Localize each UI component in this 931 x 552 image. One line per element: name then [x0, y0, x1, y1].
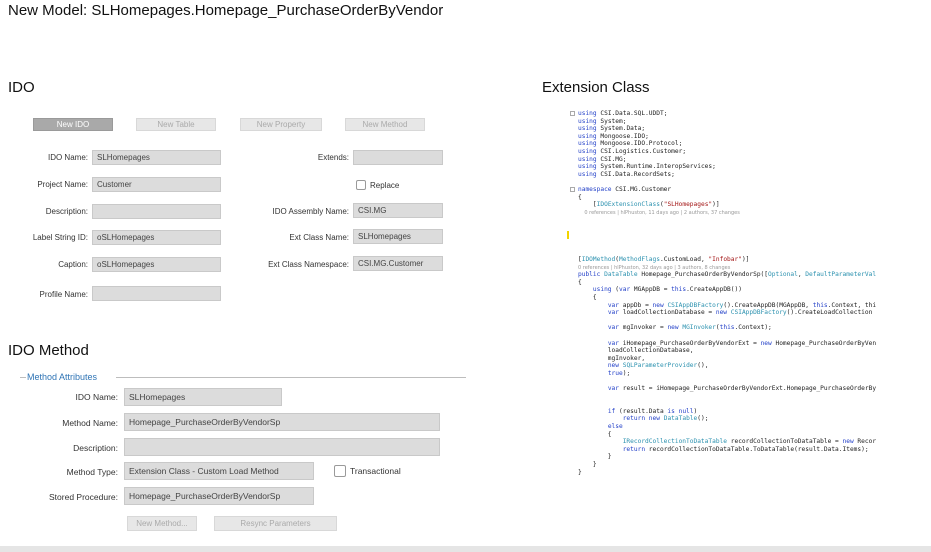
method-type-field[interactable]: Extension Class - Custom Load Method — [124, 462, 314, 480]
replace-checkbox[interactable] — [356, 180, 366, 190]
code-line: { — [578, 278, 582, 286]
code-line: using Mongoose.IDO.Protocol; — [578, 140, 683, 148]
label-string-id-label: Label String ID: — [32, 233, 88, 242]
code-line: { — [578, 293, 597, 301]
code-line: using System; — [578, 117, 627, 125]
caption-field[interactable]: oSLHomepages — [92, 257, 221, 272]
collapse-icon[interactable] — [570, 111, 575, 116]
code-line: if (result.Data is null) — [607, 407, 698, 415]
code-line: { — [578, 193, 582, 201]
code-line: using CSI.MG; — [578, 155, 627, 163]
ido-name-field[interactable]: SLHomepages — [92, 150, 221, 165]
code-line: using CSI.Logistics.Customer; — [578, 147, 687, 155]
caption-label: Caption: — [58, 260, 88, 269]
transactional-label: Transactional — [350, 466, 401, 476]
ido-section-title: IDO — [8, 79, 35, 96]
extension-class-title: Extension Class — [542, 79, 650, 96]
assembly-name-field[interactable]: CSI.MG — [353, 203, 443, 218]
code-line: IRecordCollectionToDataTable recordColle… — [622, 438, 877, 446]
new-table-button[interactable]: New Table — [136, 118, 216, 131]
description-field[interactable] — [92, 204, 221, 219]
method-ido-name-label: IDO Name: — [75, 392, 118, 402]
code-line: loadCollectionDatabase, — [578, 347, 694, 355]
code-line: else — [607, 423, 623, 431]
ext-class-name-field[interactable]: SLHomepages — [353, 229, 443, 244]
new-method-button[interactable]: New Method — [345, 118, 425, 131]
bottom-divider — [0, 546, 931, 552]
code-line: true); — [607, 369, 631, 377]
extends-label: Extends: — [317, 153, 349, 162]
method-name-label: Method Name: — [62, 418, 118, 428]
code-line: 0 references | hlPhuston, 32 days ago | … — [578, 264, 731, 271]
assembly-name-label: IDO Assembly Name: — [272, 207, 349, 216]
extends-field[interactable] — [353, 150, 443, 165]
new-method-dialog-button[interactable]: New Method... — [127, 516, 197, 531]
change-marker — [567, 231, 569, 239]
transactional-checkbox[interactable] — [334, 465, 346, 477]
profile-name-label: Profile Name: — [39, 290, 88, 299]
ext-class-namespace-label: Ext Class Namespace: — [268, 260, 349, 269]
code-line: [IDOExtensionClass("SLHomepages")] — [578, 201, 720, 209]
ext-class-namespace-field[interactable]: CSI.MG.Customer — [353, 256, 443, 271]
code-line: using CSI.Data.RecordSets; — [578, 170, 675, 178]
code-line: mgInvoker, — [578, 354, 646, 362]
method-description-field[interactable] — [124, 438, 440, 456]
profile-name-field[interactable] — [92, 286, 221, 301]
project-name-field[interactable]: Customer — [92, 177, 221, 192]
group-border-left — [20, 377, 26, 378]
code-line: var appDb = new CSIAppDBFactory().Create… — [607, 301, 877, 309]
code-line: var result = iHomepage_PurchaseOrderByVe… — [607, 385, 877, 393]
method-description-label: Description: — [73, 443, 118, 453]
ido-method-section-title: IDO Method — [8, 342, 89, 359]
code-line: { — [578, 430, 612, 438]
method-attributes-legend: Method Attributes — [27, 372, 98, 382]
resync-parameters-button[interactable]: Resync Parameters — [214, 516, 337, 531]
code-line: } — [578, 461, 597, 469]
code-line: using Mongoose.IDO; — [578, 132, 649, 140]
label-string-id-field[interactable]: oSLHomepages — [92, 230, 221, 245]
code-line: using System.Runtime.InteropServices; — [578, 163, 716, 171]
code-line: } — [578, 468, 582, 476]
code-line: return recordCollectionToDataTable.ToDat… — [622, 445, 869, 453]
code-line: 0 references | hlPhuston, 11 days ago | … — [578, 209, 740, 216]
stored-procedure-label: Stored Procedure: — [49, 492, 118, 502]
code-line: using CSI.Data.SQL.UDDT; — [578, 110, 668, 117]
stored-procedure-field[interactable]: Homepage_PurchaseOrderByVendorSp — [124, 487, 314, 505]
ido-name-label: IDO Name: — [47, 153, 88, 162]
project-name-label: Project Name: — [37, 180, 88, 189]
code-line: namespace CSI.MG.Customer — [578, 185, 672, 193]
description-label: Description: — [45, 207, 88, 216]
group-border-right — [116, 377, 466, 378]
code-line: [IDOMethod(MethodFlags.CustomLoad, "Info… — [578, 256, 750, 263]
replace-label: Replace — [370, 181, 400, 190]
code-line: } — [578, 453, 612, 461]
code-panel-top: using CSI.Data.SQL.UDDT; using System; usi… — [578, 110, 928, 242]
code-line: using (var MGAppDB = this.CreateAppDB()) — [592, 286, 742, 294]
code-line: public DataTable Homepage_PurchaseOrderB… — [578, 271, 877, 279]
code-line: using System.Data; — [578, 125, 646, 133]
method-ido-name-field[interactable]: SLHomepages — [124, 388, 282, 406]
new-property-button[interactable]: New Property — [240, 118, 322, 131]
code-line: var iHomepage_PurchaseOrderByVendorExt =… — [607, 339, 877, 347]
code-line: var mgInvoker = new MGInvoker(this.Conte… — [607, 324, 772, 332]
method-type-label: Method Type: — [66, 467, 118, 477]
code-line: new SQLParameterProvider(), — [607, 362, 709, 370]
page-title: New Model: SLHomepages.Homepage_Purchase… — [8, 2, 444, 19]
code-panel-bottom: [IDOMethod(MethodFlags.CustomLoad, "Info… — [578, 256, 928, 544]
code-line: var loadCollectionDatabase = new CSIAppD… — [607, 309, 873, 317]
code-line: return new DataTable(); — [622, 415, 709, 423]
method-name-field[interactable]: Homepage_PurchaseOrderByVendorSp — [124, 413, 440, 431]
collapse-icon[interactable] — [570, 187, 575, 192]
new-ido-button[interactable]: New IDO — [33, 118, 113, 131]
ext-class-name-label: Ext Class Name: — [289, 233, 349, 242]
